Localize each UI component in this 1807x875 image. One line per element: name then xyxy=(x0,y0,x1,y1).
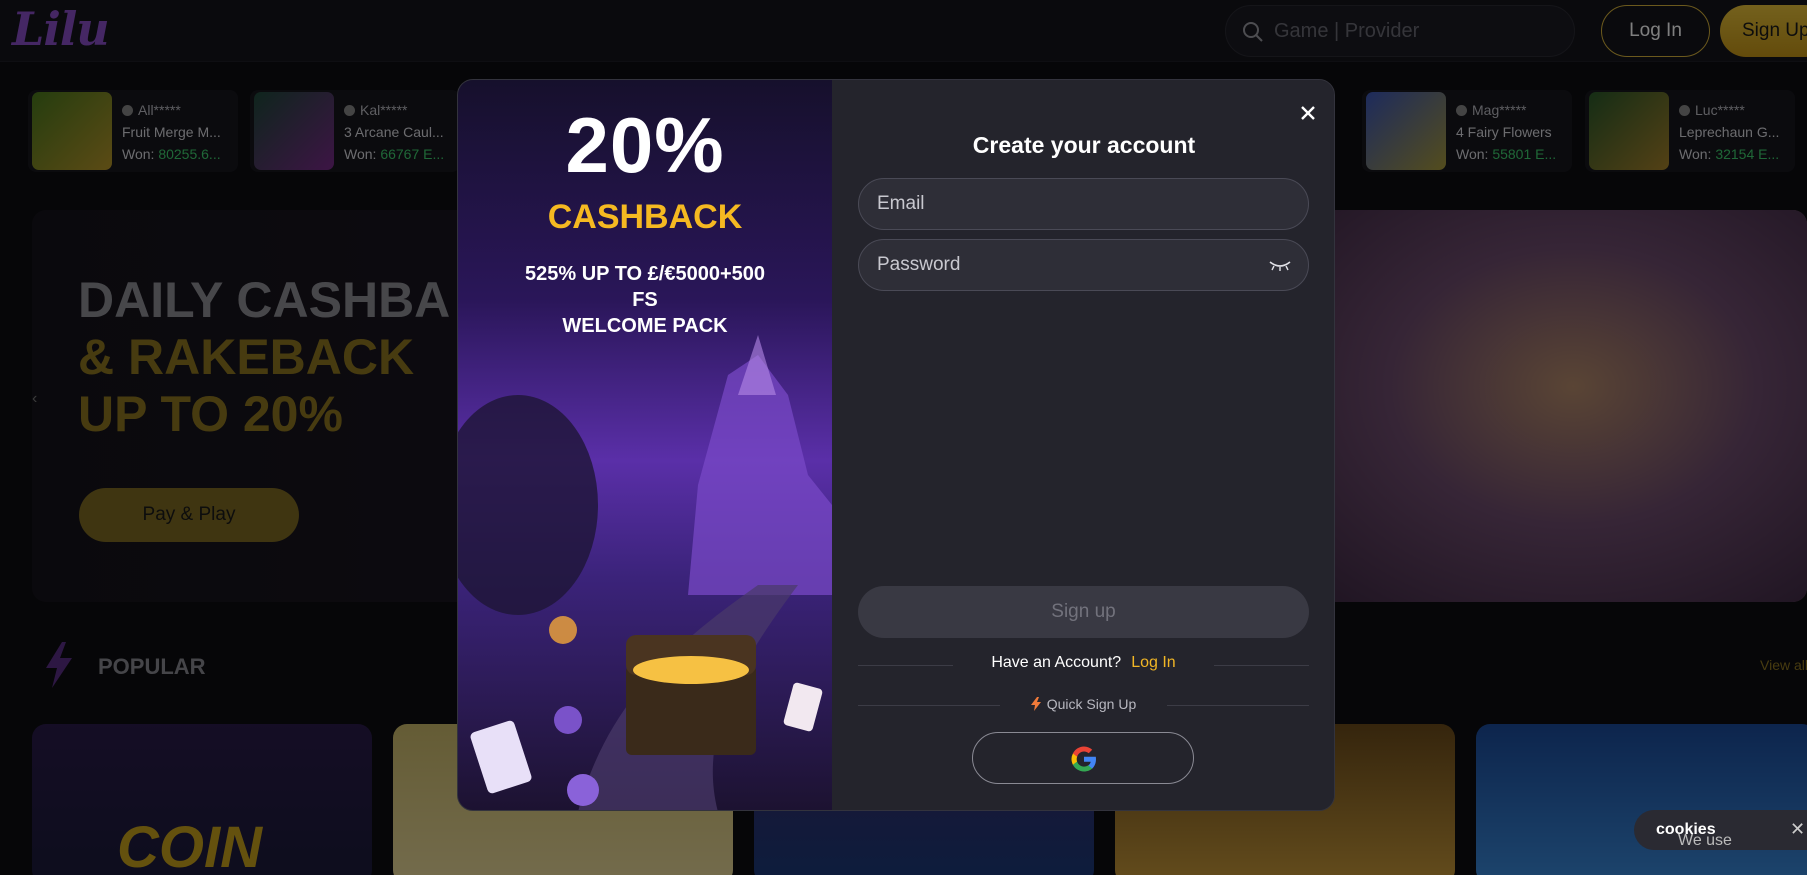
promo-percent: 20% xyxy=(565,101,725,189)
email-input[interactable] xyxy=(877,179,1257,229)
hide-password-icon[interactable] xyxy=(1268,258,1292,272)
modal-title: Create your account xyxy=(972,132,1196,158)
treasure-chest-illustration xyxy=(458,335,832,810)
signup-submit-button[interactable]: Sign up xyxy=(858,586,1309,638)
email-field[interactable] xyxy=(858,178,1309,230)
promo-offer: 525% UP TO £/€5000+500 FS WELCOME PACK xyxy=(478,261,812,339)
close-icon[interactable] xyxy=(1295,100,1321,126)
have-account-text: Have an Account? Log In xyxy=(991,654,1176,671)
login-link[interactable]: Log In xyxy=(1131,654,1175,671)
have-account-row: Have an Account? Log In xyxy=(858,654,1309,678)
signup-modal: 20% CASHBACK 525% UP TO £/€5000+500 FS W… xyxy=(457,79,1335,811)
close-icon[interactable]: ✕ xyxy=(1790,819,1805,840)
password-input[interactable] xyxy=(877,240,1257,290)
quick-signup-row: Quick Sign Up xyxy=(858,694,1309,718)
google-signup-button[interactable] xyxy=(972,732,1194,784)
promo-panel: 20% CASHBACK 525% UP TO £/€5000+500 FS W… xyxy=(458,80,832,810)
quick-signup-label: Quick Sign Up xyxy=(858,696,1309,712)
promo-offer-line-2: FS xyxy=(632,289,658,311)
google-icon xyxy=(1071,746,1096,772)
lightning-icon xyxy=(1030,697,1041,711)
promo-cashback: CASHBACK xyxy=(547,198,743,236)
cookie-banner: We use cookies ✕ xyxy=(1634,810,1807,850)
page: Lilu Log In Sign Up All***** Fruit Merge… xyxy=(0,0,1807,875)
promo-offer-line-1: 525% UP TO £/€5000+500 xyxy=(525,263,765,285)
password-field[interactable] xyxy=(858,239,1309,291)
signup-form: Create your account Sign up Have an Acco… xyxy=(832,80,1334,810)
cookie-text: We use cookies xyxy=(1656,821,1732,849)
